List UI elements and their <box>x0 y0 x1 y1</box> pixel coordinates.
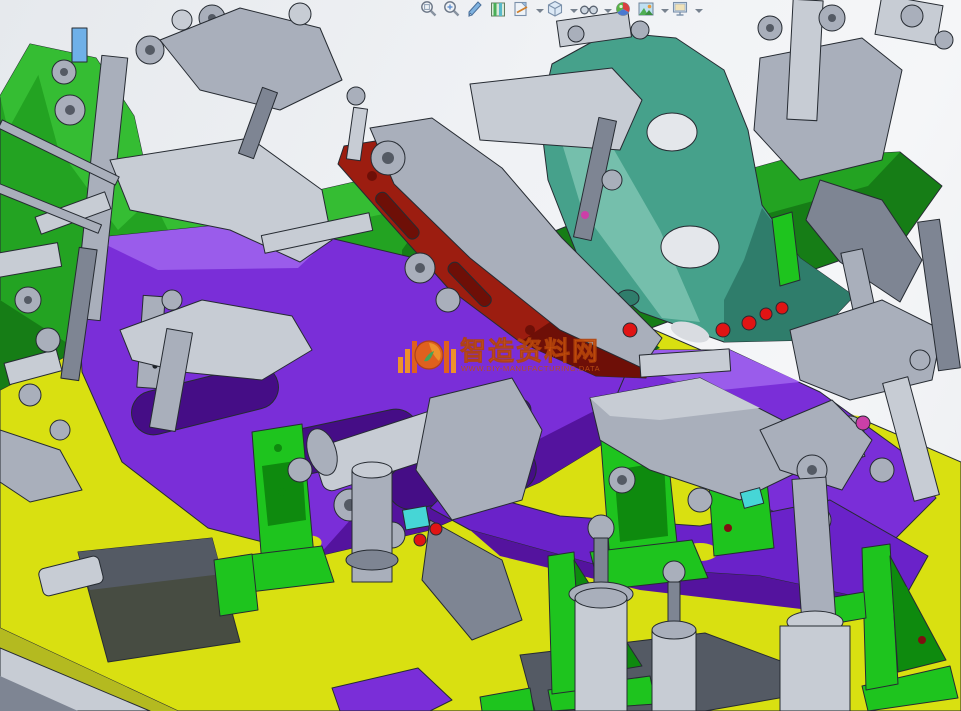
edit-appearance-icon[interactable] <box>613 0 633 19</box>
apply-scene-icon[interactable] <box>636 0 656 19</box>
locator-ball-red <box>430 523 442 535</box>
view-settings-icon[interactable] <box>670 0 690 19</box>
locator-ball-red <box>742 316 756 330</box>
cad-viewport[interactable]: 智造资料网 WWW.DIY-MANUFACTURING.DATA <box>0 0 961 711</box>
previous-view-icon[interactable] <box>465 0 485 19</box>
locator-ball-red <box>760 308 772 320</box>
pneumatic-cylinder-vertical[interactable] <box>652 630 696 711</box>
clamp-top-mid-left[interactable] <box>160 3 368 161</box>
apply-scene-dropdown[interactable] <box>659 0 670 19</box>
pneumatic-cylinder-vertical[interactable] <box>575 598 627 711</box>
zoom-to-area-icon[interactable] <box>442 0 462 19</box>
hide-show-items-icon[interactable] <box>579 0 599 19</box>
locator-ball-red <box>716 323 730 337</box>
locator-ball-pink <box>856 416 870 430</box>
display-style-icon[interactable] <box>545 0 565 19</box>
locator-ball-red <box>414 534 426 546</box>
display-style-dropdown[interactable] <box>568 0 579 19</box>
watermark-subtitle: WWW.DIY-MANUFACTURING.DATA <box>461 364 600 373</box>
view-settings-dropdown[interactable] <box>693 0 704 19</box>
panel-hole <box>661 226 719 268</box>
model-scene[interactable]: 智造资料网 WWW.DIY-MANUFACTURING.DATA <box>0 0 961 711</box>
gusset-mid-small[interactable] <box>214 554 258 616</box>
blue-spacer <box>72 28 87 62</box>
locator-ball-red <box>776 302 788 314</box>
view-orientation-dropdown[interactable] <box>534 0 545 19</box>
locator-ball-small <box>581 211 589 219</box>
cyan-spacer-block <box>402 506 429 530</box>
locator-ball-red <box>623 323 637 337</box>
zoom-to-fit-icon[interactable] <box>419 0 439 19</box>
section-view-icon[interactable] <box>488 0 508 19</box>
view-toolbar <box>419 0 704 19</box>
watermark: 智造资料网 WWW.DIY-MANUFACTURING.DATA <box>398 336 600 373</box>
watermark-title: 智造资料网 <box>460 336 600 366</box>
panel-hole <box>647 113 697 151</box>
view-orientation-icon[interactable] <box>511 0 531 19</box>
hide-show-items-dropdown[interactable] <box>602 0 613 19</box>
